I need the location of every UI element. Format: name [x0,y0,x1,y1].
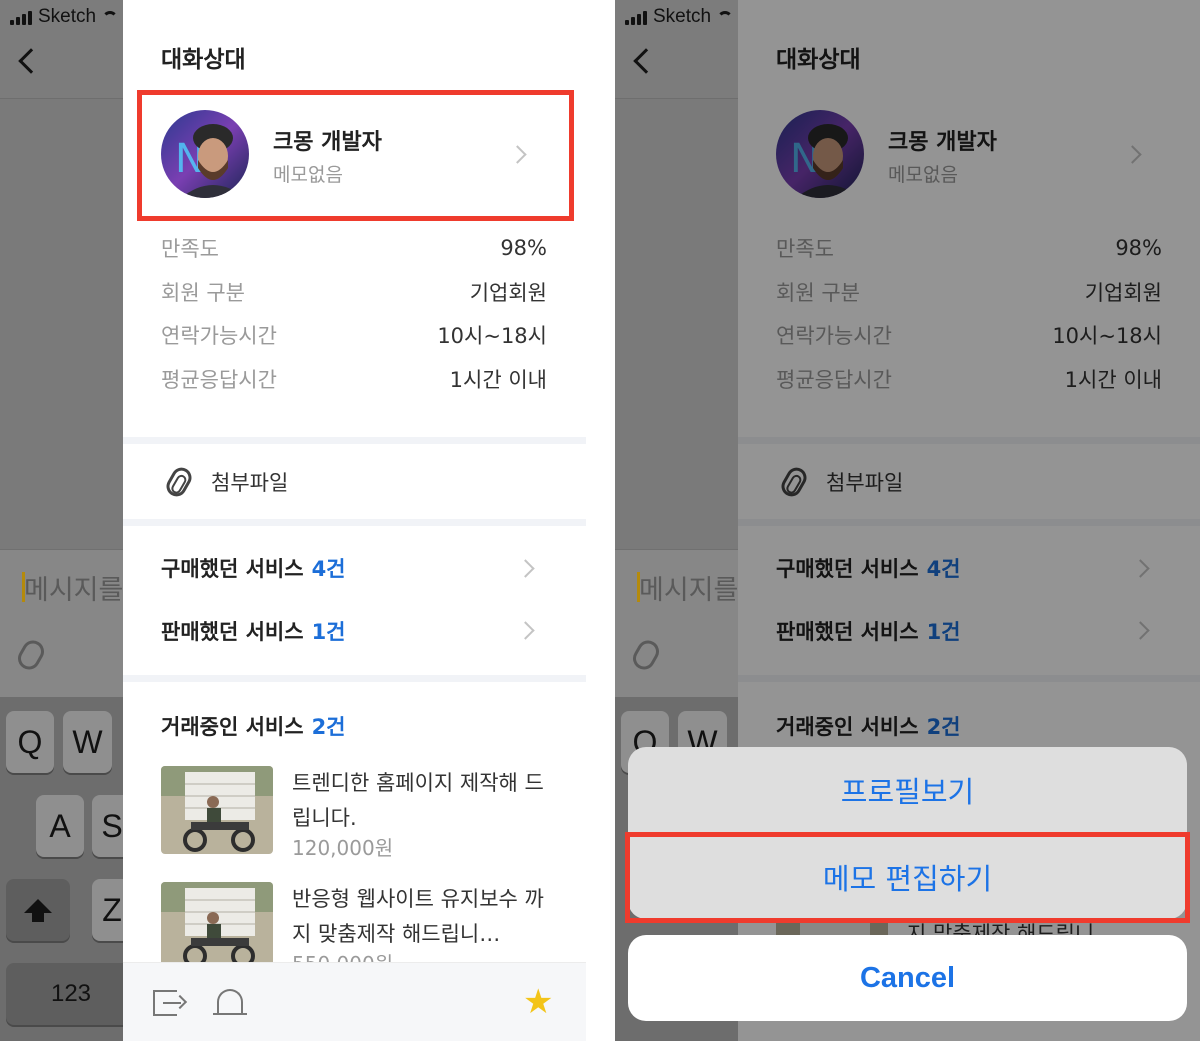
highlight-box [625,832,1190,923]
message-input[interactable]: 메시지를 [24,568,123,607]
service-count: 1건 [311,620,346,644]
wifi-icon [102,11,119,23]
star-icon[interactable]: ★ [523,985,553,1019]
section-divider [123,437,586,444]
in-progress-services-row: 거래중인 서비스 2건 [161,709,547,743]
signal-icon [625,9,647,25]
attachments-row[interactable]: 첨부파일 [161,462,288,502]
numbers-key[interactable]: 123 [6,963,136,1025]
stat-row-response-time: 평균응답시간 1시간 이내 [161,364,547,394]
listing-thumbnail [161,882,273,970]
section-divider [123,675,586,682]
bell-icon[interactable] [213,989,247,1015]
back-icon[interactable] [18,48,44,74]
listing-item[interactable]: 트렌디한 홈페이지 제작해 드립니다. 120,000원 [161,766,561,860]
stat-value: 1시간 이내 [449,368,547,392]
listing-item[interactable]: 반응형 웹사이트 유지보수 까지 맞춤제작 해드립니… 550,000원 [161,882,561,976]
listing-price: 120,000원 [292,836,394,860]
drawer-bottom-bar: ★ [123,962,586,1041]
purchased-services-row[interactable]: 구매했던 서비스 4건 [161,551,547,585]
stat-row-member-type: 회원 구분 기업회원 [161,277,547,307]
listing-title: 트렌디한 홈페이지 제작해 드립니다. [292,771,544,830]
stat-row-contact-hours: 연락가능시간 10시~18시 [161,320,547,350]
service-count: 4건 [311,557,346,581]
screen-action-sheet: Sketch 메시지를 Q W 대화상대 N 크몽 개발자 메모없음 만족도 9… [615,0,1200,1041]
attachments-label: 첨부파일 [211,471,289,495]
stat-value: 기업회원 [469,281,547,305]
back-icon[interactable] [633,48,659,74]
stat-value: 98% [500,236,547,260]
listing-title: 반응형 웹사이트 유지보수 까지 맞춤제작 해드립니… [292,887,544,946]
shift-key[interactable] [6,879,70,941]
shift-icon [24,899,52,922]
key-w[interactable]: W [63,711,112,773]
stat-label: 만족도 [161,237,219,261]
stat-label: 연락가능시간 [161,324,277,348]
service-label: 거래중인 서비스 [161,715,304,739]
stat-row-satisfaction: 만족도 98% [161,233,547,263]
view-profile-option[interactable]: 프로필보기 [628,747,1187,833]
screen-drawer-open: Sketch 메시지를 Q W A S Z 123 대화상대 N 크몽 개발자 … [0,0,586,1041]
stat-value: 10시~18시 [437,324,547,348]
key-q[interactable]: Q [6,711,54,773]
message-input[interactable]: 메시지를 [639,568,738,607]
service-count: 2건 [311,715,346,739]
stat-label: 평균응답시간 [161,368,277,392]
listing-thumbnail [161,766,273,854]
service-label: 판매했던 서비스 [161,620,304,644]
highlight-box [137,90,574,221]
stat-label: 회원 구분 [161,281,245,305]
wifi-icon [717,11,734,23]
carrier-label: Sketch [38,6,97,27]
signal-icon [10,9,32,25]
conversation-drawer: 대화상대 N 크몽 개발자 메모없음 만족도 98% 회원 구분 기업회원 연락… [123,0,586,1041]
sold-services-row[interactable]: 판매했던 서비스 1건 [161,614,547,648]
drawer-title: 대화상대 [161,47,246,73]
key-a[interactable]: A [36,795,84,857]
exit-icon[interactable] [153,990,181,1016]
carrier-label: Sketch [653,6,712,27]
cancel-button[interactable]: Cancel [628,935,1187,1021]
service-label: 구매했던 서비스 [161,557,304,581]
paperclip-icon [162,464,196,500]
section-divider [123,519,586,526]
